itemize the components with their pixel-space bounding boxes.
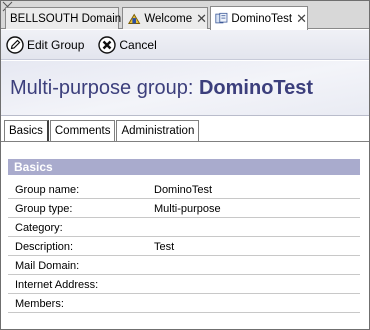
document-header: Multi-purpose group: DominoTest [1,61,369,116]
cancel-button[interactable]: Cancel [98,35,157,54]
field-label: Mail Domain: [15,260,80,272]
field-row-description: Description: Test [8,237,360,256]
tab-basics-label: Basics [9,125,43,137]
field-row-category: Category: [8,218,360,237]
field-label: Description: [15,241,74,253]
field-label: Internet Address: [15,279,99,291]
close-icon[interactable]: ✕ [296,12,307,25]
tab-basics[interactable]: Basics [4,120,49,141]
cancel-label: Cancel [119,37,157,52]
window-frame: BELLSOUTH Domain Welcome ✕ DominoTest ✕ [0,0,370,330]
edit-pencil-icon [6,35,24,54]
close-icon[interactable]: ✕ [196,12,207,25]
field-row-mail-domain: Mail Domain: [8,256,360,275]
tab-bellsouth-domain[interactable]: BELLSOUTH Domain [5,7,122,29]
group-name-title: DominoTest [198,77,314,99]
section-header-basics: Basics [8,159,360,175]
action-bar: Edit Group Cancel [1,30,369,60]
field-row-internet-address: Internet Address: [8,275,360,294]
field-value: Multi-purpose [154,203,221,215]
field-row-group-name: Group name: DominoTest [8,180,360,199]
tab-administration[interactable]: Administration [116,120,200,141]
field-value: DominoTest [154,184,213,196]
tab-label: DominoTest [231,12,293,25]
document-tabs: Basics Comments Administration [4,120,200,141]
field-value: Test [154,241,175,253]
tab-comments[interactable]: Comments [49,120,116,141]
directory-icon [215,12,228,24]
page-title-prefix: Multi-purpose group: [10,77,199,99]
field-row-members: Members: [8,294,360,313]
tab-dominotest[interactable]: DominoTest ✕ [210,6,308,30]
tab-welcome[interactable]: Welcome ✕ [122,7,208,29]
cancel-x-icon [98,35,117,54]
tab-comments-label: Comments [54,125,111,137]
tab-label: Welcome [144,12,193,25]
window-tab-strip: BELLSOUTH Domain Welcome ✕ DominoTest ✕ [1,1,369,30]
field-label: Group type: [15,203,73,215]
field-label: Members: [15,298,64,310]
tab-divider [1,141,369,142]
field-label: Category: [15,222,63,234]
tab-administration-label: Administration [121,125,195,137]
field-table: Group name: DominoTest Group type: Multi… [8,180,360,313]
page-title: Multi-purpose group: DominoTest [10,77,313,100]
welcome-icon [128,13,141,24]
field-row-group-type: Group type: Multi-purpose [8,199,360,218]
edit-group-label: Edit Group [27,37,85,52]
tab-label: BELLSOUTH Domain [10,12,122,25]
field-label: Group name: [15,184,80,196]
edit-group-button[interactable]: Edit Group [6,35,85,54]
